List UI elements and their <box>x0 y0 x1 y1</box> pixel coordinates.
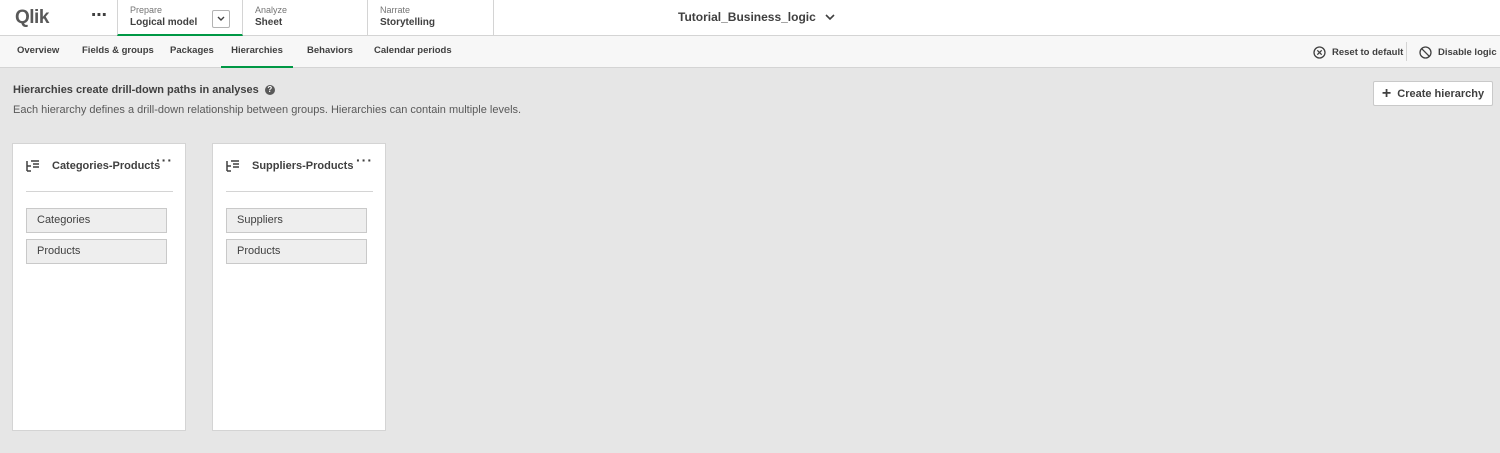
tab-packages[interactable]: Packages <box>170 36 214 68</box>
tab-calendar-periods[interactable]: Calendar periods <box>374 36 452 68</box>
page-heading: Hierarchies create drill-down paths in a… <box>13 84 275 96</box>
hierarchy-level[interactable]: Products <box>226 239 367 264</box>
logo-text: Qlik <box>15 7 49 28</box>
qlik-logo[interactable]: Qlik <box>15 7 49 29</box>
tab-hierarchies[interactable]: Hierarchies <box>221 36 293 68</box>
card-divider <box>226 191 373 192</box>
tab-behaviors[interactable]: Behaviors <box>307 36 353 68</box>
nav-tab-small-label: Analyze <box>255 5 288 15</box>
reset-to-default-button[interactable]: Reset to default <box>1313 44 1403 60</box>
hierarchy-level[interactable]: Categories <box>26 208 167 233</box>
hierarchy-card[interactable]: Categories-Products ··· Categories Produ… <box>12 143 186 431</box>
plus-icon: + <box>1381 84 1392 102</box>
more-horizontal-icon[interactable]: ··· <box>356 153 373 167</box>
page-heading-text: Hierarchies create drill-down paths in a… <box>13 84 259 96</box>
card-divider <box>26 191 173 192</box>
hierarchy-level[interactable]: Suppliers <box>226 208 367 233</box>
page-description: Each hierarchy defines a drill-down rela… <box>13 104 522 116</box>
hierarchy-icon <box>226 160 239 172</box>
create-hierarchy-button[interactable]: + Create hierarchy <box>1373 81 1493 106</box>
more-horizontal-icon[interactable]: ··· <box>156 153 173 167</box>
disable-logic-button[interactable]: Disable logic <box>1419 44 1497 60</box>
hierarchy-name: Categories-Products <box>52 160 161 172</box>
help-icon[interactable]: ? <box>264 85 275 95</box>
disable-circle-slash-icon <box>1419 45 1432 59</box>
more-menu-icon[interactable]: ⋯ <box>89 8 109 28</box>
hierarchy-name: Suppliers-Products <box>252 160 354 172</box>
reset-label: Reset to default <box>1332 46 1404 58</box>
chevron-down-icon <box>217 16 225 21</box>
hierarchy-icon <box>26 160 39 172</box>
nav-tab-narrate[interactable]: Narrate Storytelling <box>368 0 494 36</box>
nav-tab-label: Storytelling <box>380 17 436 28</box>
hierarchy-card-header: Suppliers-Products <box>226 158 353 174</box>
disable-label: Disable logic <box>1438 46 1497 58</box>
prepare-dropdown-button[interactable] <box>212 10 230 28</box>
app-title: Tutorial_Business_logic <box>678 10 816 24</box>
nav-tab-label: Sheet <box>255 17 283 28</box>
create-hierarchy-label: Create hierarchy <box>1397 87 1485 100</box>
chevron-down-icon <box>825 13 835 20</box>
hierarchy-level[interactable]: Products <box>26 239 167 264</box>
tab-overview[interactable]: Overview <box>17 36 59 68</box>
sub-nav-bar: Overview Fields & groups Packages Hierar… <box>0 36 1500 68</box>
app-title-menu[interactable]: Tutorial_Business_logic <box>678 10 835 24</box>
top-bar: Qlik ⋯ Prepare Logical model Analyze She… <box>0 0 1500 36</box>
toolbar-divider <box>1406 42 1407 61</box>
hierarchy-card-header: Categories-Products <box>26 158 160 174</box>
nav-tab-small-label: Narrate <box>380 5 411 15</box>
nav-tab-analyze[interactable]: Analyze Sheet <box>243 0 368 36</box>
hierarchy-card[interactable]: Suppliers-Products ··· Suppliers Product… <box>212 143 386 431</box>
tab-fields-groups[interactable]: Fields & groups <box>82 36 154 68</box>
reset-circle-x-icon <box>1313 45 1326 59</box>
